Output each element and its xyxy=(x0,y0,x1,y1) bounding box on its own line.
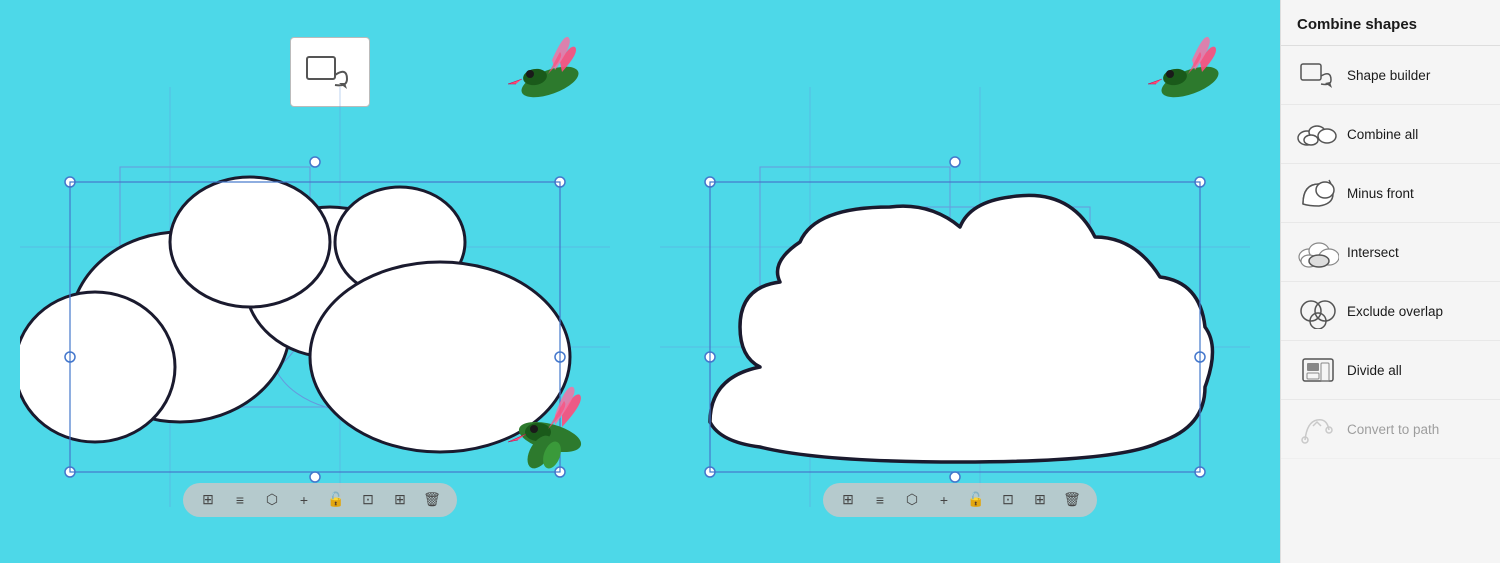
combine-shapes-panel: Combine shapes Shape builder Combine all xyxy=(1280,0,1500,563)
exclude-overlap-icon xyxy=(1297,290,1339,332)
shape-builder-label: Shape builder xyxy=(1347,68,1430,83)
intersect-label: Intersect xyxy=(1347,245,1399,260)
panel-item-convert-to-path: Convert to path xyxy=(1281,400,1500,459)
convert-to-path-label: Convert to path xyxy=(1347,422,1439,437)
panel-item-intersect[interactable]: Intersect xyxy=(1281,223,1500,282)
panel-item-shape-builder[interactable]: Shape builder xyxy=(1281,46,1500,105)
toolbar-layers-right[interactable]: ⬡ xyxy=(901,489,923,511)
hummingbird-bottom-right-left xyxy=(490,377,620,477)
canvas-right: ⊞ ≡ ⬡ + 🔓 ⊡ ⊞ 🗑 xyxy=(650,27,1270,537)
toolbar-add-right[interactable]: + xyxy=(933,489,955,511)
canvas-left: ⊞ ≡ ⬡ + 🔓 ⊡ ⊞ 🗑 xyxy=(10,27,630,537)
convert-to-path-icon xyxy=(1297,408,1339,450)
minus-front-label: Minus front xyxy=(1347,186,1414,201)
toolbar-delete-right[interactable]: 🗑 xyxy=(1061,489,1083,511)
panel-item-combine-all[interactable]: Combine all xyxy=(1281,105,1500,164)
panel-title: Combine shapes xyxy=(1281,12,1500,46)
cloud-svg-right xyxy=(660,87,1250,507)
combine-all-label: Combine all xyxy=(1347,127,1418,142)
canvases-container: ⊞ ≡ ⬡ + 🔓 ⊡ ⊞ 🗑 xyxy=(10,10,1270,553)
toolbar-paste-right[interactable]: ⊞ xyxy=(1029,489,1051,511)
toolbar-paste-left[interactable]: ⊞ xyxy=(389,489,411,511)
toolbar-grid-left[interactable]: ⊞ xyxy=(197,489,219,511)
toolbar-copy-left[interactable]: ⊡ xyxy=(357,489,379,511)
toolbar-menu-left[interactable]: ≡ xyxy=(229,489,251,511)
toolbar-add-left[interactable]: + xyxy=(293,489,315,511)
panel-item-exclude-overlap[interactable]: Exclude overlap xyxy=(1281,282,1500,341)
toolbar-lock-left[interactable]: 🔓 xyxy=(325,489,347,511)
minus-front-icon xyxy=(1297,172,1339,214)
toolbar-left: ⊞ ≡ ⬡ + 🔓 ⊡ ⊞ 🗑 xyxy=(183,483,457,517)
toolbar-layers-left[interactable]: ⬡ xyxy=(261,489,283,511)
exclude-overlap-label: Exclude overlap xyxy=(1347,304,1443,319)
hummingbird-top-right-left xyxy=(480,32,600,112)
divide-all-icon xyxy=(1297,349,1339,391)
hummingbird-top-right-right xyxy=(1120,32,1240,112)
divide-all-label: Divide all xyxy=(1347,363,1402,378)
panel-item-minus-front[interactable]: Minus front xyxy=(1281,164,1500,223)
shape-builder-icon xyxy=(1297,54,1339,96)
toolbar-right: ⊞ ≡ ⬡ + 🔓 ⊡ ⊞ 🗑 xyxy=(823,483,1097,517)
toolbar-menu-right[interactable]: ≡ xyxy=(869,489,891,511)
toolbar-lock-right[interactable]: 🔓 xyxy=(965,489,987,511)
toolbar-grid-right[interactable]: ⊞ xyxy=(837,489,859,511)
toolbar-copy-right[interactable]: ⊡ xyxy=(997,489,1019,511)
combine-all-icon xyxy=(1297,113,1339,155)
intersect-icon xyxy=(1297,231,1339,273)
canvas-area: ⊞ ≡ ⬡ + 🔓 ⊡ ⊞ 🗑 xyxy=(0,0,1280,563)
panel-item-divide-all[interactable]: Divide all xyxy=(1281,341,1500,400)
toolbar-delete-left[interactable]: 🗑 xyxy=(421,489,443,511)
